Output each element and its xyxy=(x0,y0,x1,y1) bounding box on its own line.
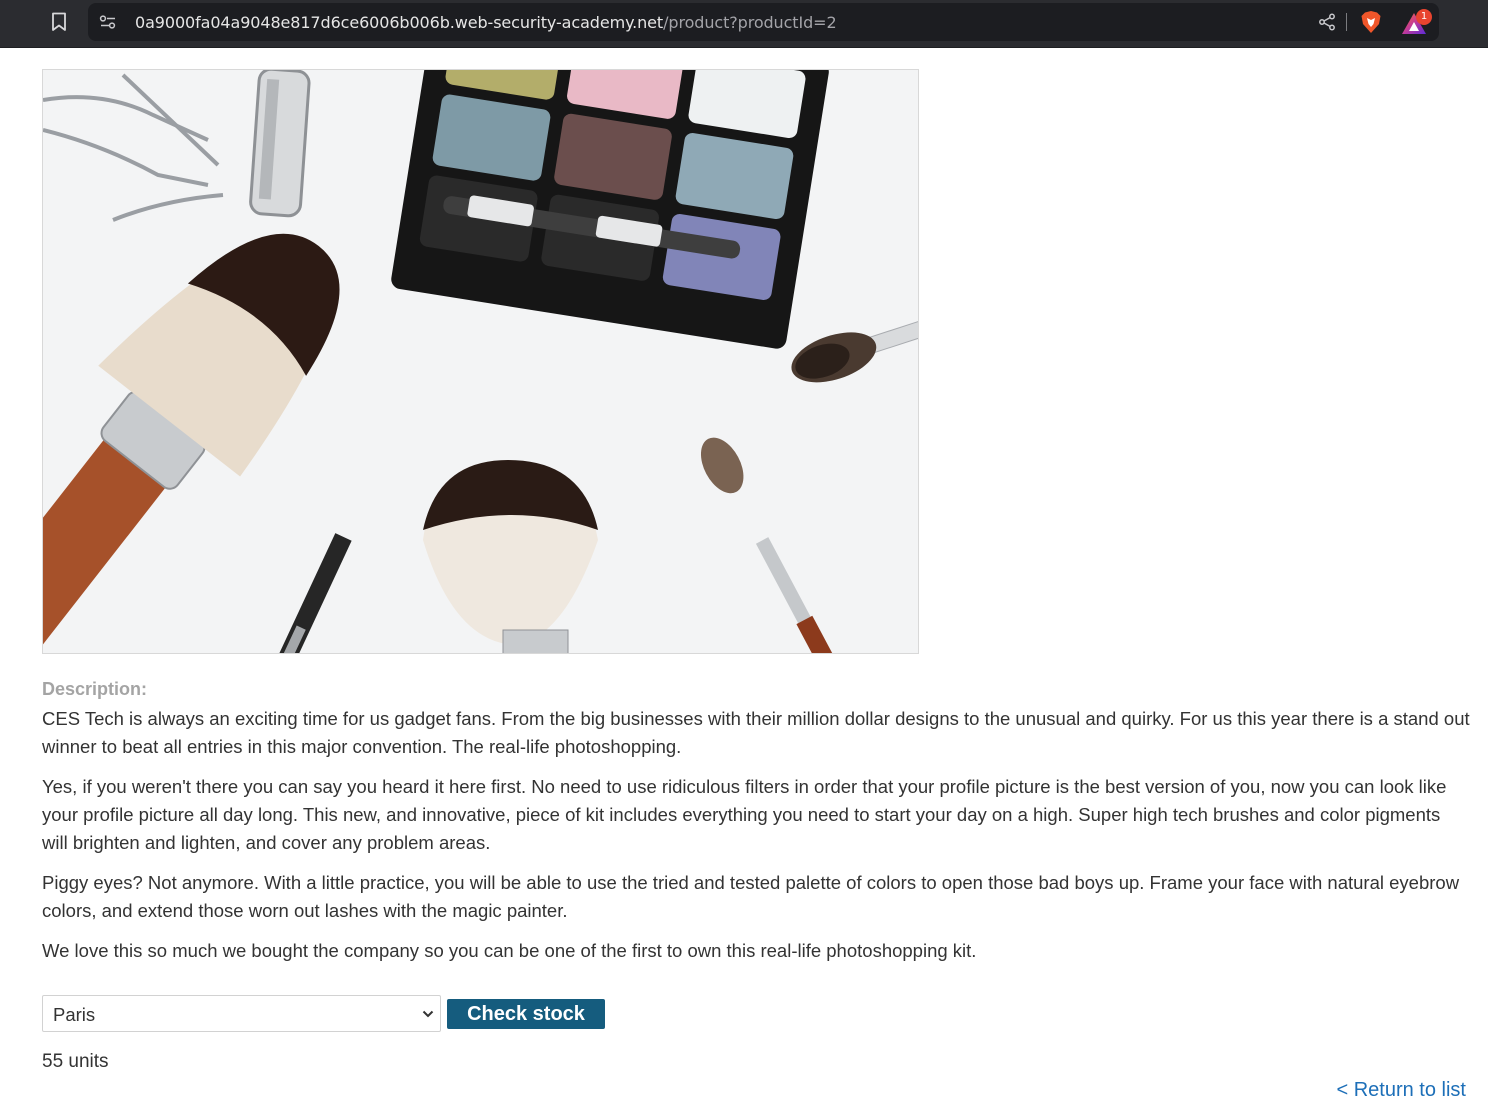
share-icon[interactable] xyxy=(1316,11,1338,33)
description-paragraph: Yes, if you weren't there you can say yo… xyxy=(42,776,1447,853)
site-info-icon[interactable] xyxy=(98,12,118,32)
return-to-list-link[interactable]: < Return to list xyxy=(1336,1079,1466,1102)
bookmark-icon[interactable] xyxy=(46,9,72,35)
store-select[interactable]: Paris xyxy=(42,995,441,1032)
chevron-down-icon xyxy=(422,1010,434,1018)
product-description: CES Tech is always an exciting time for … xyxy=(42,705,1470,977)
description-label: Description: xyxy=(42,679,148,699)
brave-shield-icon[interactable] xyxy=(1358,9,1384,35)
rewards-badge: 1 xyxy=(1416,9,1432,25)
url-path: /product?productId=2 xyxy=(663,13,837,32)
store-select-value: Paris xyxy=(53,1004,96,1025)
product-image xyxy=(42,69,919,654)
browser-toolbar: 0a9000fa04a9048e817d6ce6006b006b.web-sec… xyxy=(0,0,1488,48)
address-bar[interactable]: 0a9000fa04a9048e817d6ce6006b006b.web-sec… xyxy=(88,3,1439,41)
toolbar-separator xyxy=(1346,13,1347,31)
description-paragraph: Piggy eyes? Not anymore. With a little p… xyxy=(42,872,1460,921)
stock-result: 55 units xyxy=(42,1051,109,1072)
brave-rewards-icon[interactable]: 1 xyxy=(1400,9,1432,37)
description-paragraph: We love this so much we bought the compa… xyxy=(42,940,977,961)
url-host: 0a9000fa04a9048e817d6ce6006b006b.web-sec… xyxy=(135,13,664,32)
description-paragraph: CES Tech is always an exciting time for … xyxy=(42,708,1470,757)
url-text[interactable]: 0a9000fa04a9048e817d6ce6006b006b.web-sec… xyxy=(135,13,837,32)
check-stock-button[interactable]: Check stock xyxy=(447,999,605,1029)
